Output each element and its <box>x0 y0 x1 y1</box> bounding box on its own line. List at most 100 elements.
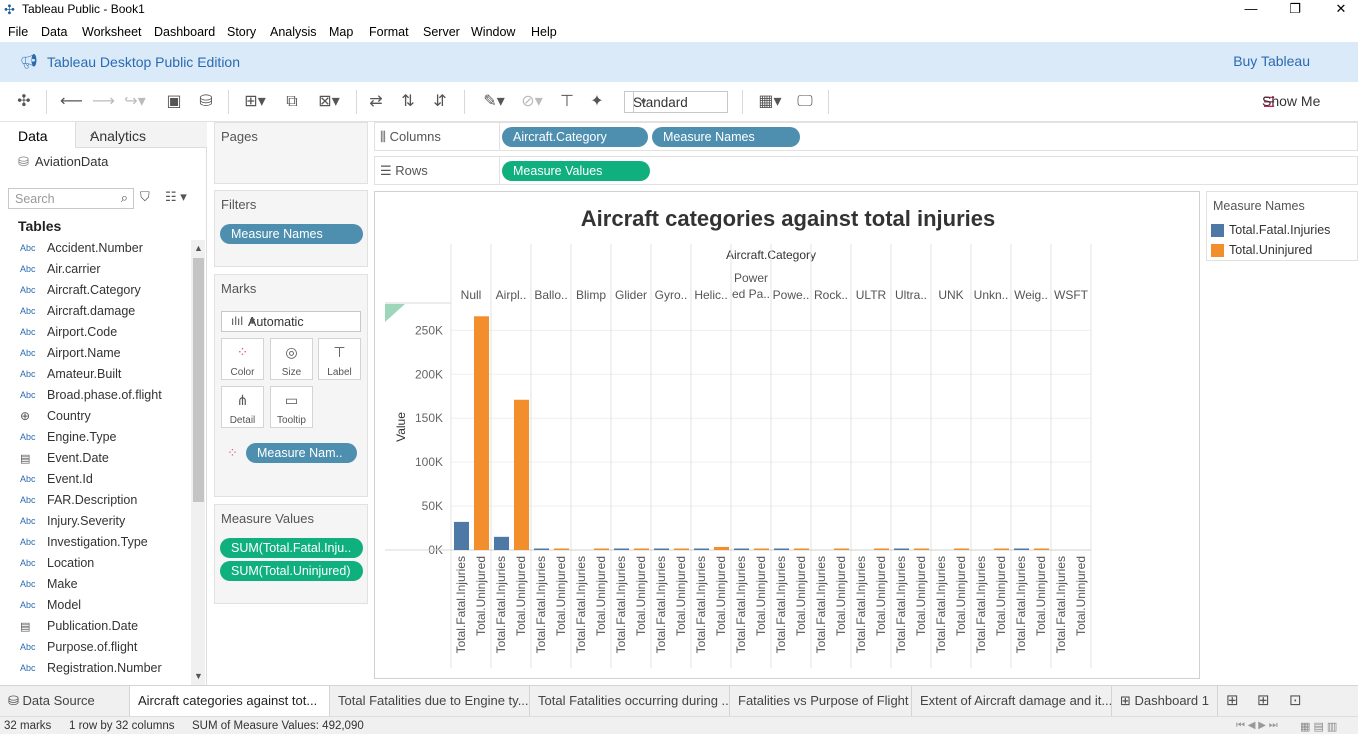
collapse-pane-icon[interactable]: ‹ <box>90 127 201 142</box>
tableau-home-icon[interactable]: ✣ <box>14 92 34 112</box>
detail-button[interactable]: ⋔ Detail <box>221 386 264 428</box>
new-dashboard-tab-icon[interactable]: ⊞ <box>1257 691 1270 709</box>
menu-map[interactable]: Map <box>329 25 353 39</box>
tab-engine-fatalities[interactable]: Total Fatalities due to Engine ty... <box>330 686 530 716</box>
field-item[interactable]: Abc Amateur.Built <box>20 365 190 386</box>
view-options-icon[interactable]: ☷ ▾ <box>165 189 187 205</box>
field-item[interactable]: Abc Investigation.Type <box>20 533 190 554</box>
menu-data[interactable]: Data <box>41 25 67 39</box>
new-worksheet-icon[interactable]: ⊞▾ <box>240 92 270 112</box>
field-item[interactable]: Abc Engine.Type <box>20 428 190 449</box>
scroll-up-icon[interactable]: ▲ <box>194 243 203 253</box>
group-members-icon[interactable]: ⊘▾ <box>516 92 548 112</box>
menu-server[interactable]: Server <box>423 25 460 39</box>
field-item[interactable]: ▤ Publication.Date <box>20 617 190 638</box>
field-item[interactable]: Abc Airport.Code <box>20 323 190 344</box>
legend-item-uninjured[interactable]: Total.Uninjured <box>1211 242 1357 260</box>
sheet-nav-icons[interactable]: ⏮ ◀ ▶ ⏭ <box>1236 720 1278 731</box>
color-button[interactable]: ⁘ Color <box>221 338 264 380</box>
replay-icon[interactable]: ↪▾ <box>120 92 150 112</box>
close-button[interactable]: ✕ <box>1318 0 1358 20</box>
field-item[interactable]: Abc Injury.Severity <box>20 512 190 533</box>
field-item[interactable]: Abc Aircraft.damage <box>20 302 190 323</box>
field-item[interactable]: Abc Aircraft.Category <box>20 281 190 302</box>
columns-shelf[interactable]: ⫼ Columns Aircraft.Category Measure Name… <box>374 122 1358 151</box>
tab-fatalities-during[interactable]: Total Fatalities occurring during ... <box>530 686 730 716</box>
show-me-button[interactable]: Show Me <box>1262 93 1320 109</box>
show-cards-icon[interactable]: ▦▾ <box>752 92 788 112</box>
sheet-view-icons[interactable]: ▦ ▤ ▥ <box>1300 720 1337 733</box>
tab-data[interactable]: Data <box>0 122 75 148</box>
menu-story[interactable]: Story <box>227 25 256 39</box>
duplicate-sheet-icon[interactable]: ⧉ <box>282 92 302 112</box>
columns-pill-category[interactable]: Aircraft.Category <box>502 127 648 147</box>
tab-data-source[interactable]: ⛁ Data Source <box>0 686 130 716</box>
field-item[interactable]: ▤ Event.Date <box>20 449 190 470</box>
pages-card[interactable]: Pages <box>214 122 368 184</box>
scroll-down-icon[interactable]: ▼ <box>194 671 203 681</box>
field-item[interactable]: Abc Broad.phase.of.flight <box>20 386 190 407</box>
scrollbar-thumb[interactable] <box>193 258 204 502</box>
redo-icon[interactable]: ⟶ <box>92 92 115 112</box>
rows-label-text: Rows <box>395 163 428 178</box>
rows-shelf[interactable]: ☰ Rows Measure Values <box>374 156 1358 185</box>
fix-axes-icon[interactable]: ✦ <box>586 92 608 112</box>
size-button[interactable]: ◎ Size <box>270 338 313 380</box>
save-icon[interactable]: ▣ <box>164 92 184 112</box>
tab-analytics[interactable]: Analytics ‹ <box>75 122 207 148</box>
field-item[interactable]: ⊕ Country <box>20 407 190 428</box>
field-item[interactable]: Abc Location <box>20 554 190 575</box>
tooltip-button[interactable]: ▭ Tooltip <box>270 386 313 428</box>
fit-dropdown[interactable]: Standard ▼ <box>624 91 728 113</box>
worksheet-view[interactable]: Aircraft categories against total injuri… <box>374 191 1200 679</box>
field-item[interactable]: Abc Purpose.of.flight <box>20 638 190 659</box>
measure-pill-uninjured[interactable]: SUM(Total.Uninjured) <box>220 561 363 581</box>
menu-help[interactable]: Help <box>531 25 557 39</box>
datasource-item[interactable]: ⛁ AviationData <box>18 154 108 170</box>
tab-dashboard-1[interactable]: ⊞ Dashboard 1 <box>1112 686 1218 716</box>
field-item[interactable]: Abc Registration.Number <box>20 659 190 680</box>
menu-worksheet[interactable]: Worksheet <box>82 25 142 39</box>
highlight-icon[interactable]: ✎▾ <box>478 92 510 112</box>
filters-card[interactable]: Filters Measure Names <box>214 190 368 267</box>
undo-icon[interactable]: ⟵ <box>60 92 83 112</box>
field-item[interactable]: Abc Air.carrier <box>20 260 190 281</box>
clear-sheet-icon[interactable]: ⊠▾ <box>312 92 346 112</box>
show-labels-icon[interactable]: ⊤ <box>556 92 578 112</box>
field-item[interactable]: Abc FAR.Description <box>20 491 190 512</box>
menu-dashboard[interactable]: Dashboard <box>154 25 215 39</box>
sort-ascending-icon[interactable]: ⇅ <box>398 92 418 112</box>
field-item[interactable]: Abc Event.Id <box>20 470 190 491</box>
legend-item-fatal[interactable]: Total.Fatal.Injuries <box>1211 222 1357 240</box>
menu-analysis[interactable]: Analysis <box>270 25 317 39</box>
field-item[interactable]: Abc Make <box>20 575 190 596</box>
menu-format[interactable]: Format <box>369 25 409 39</box>
field-item[interactable]: Abc Airport.Name <box>20 344 190 365</box>
swap-rows-columns-icon[interactable]: ⇄ <box>366 92 386 112</box>
search-input[interactable]: Search ⌕ <box>8 188 134 209</box>
status-dims: 1 row by 32 columns <box>69 720 175 732</box>
tab-purpose-of-flight[interactable]: Fatalities vs Purpose of Flight <box>730 686 912 716</box>
new-story-tab-icon[interactable]: ⊡ <box>1289 691 1302 709</box>
sort-descending-icon[interactable]: ⇵ <box>430 92 450 112</box>
menu-window[interactable]: Window <box>471 25 515 39</box>
field-item[interactable]: Abc Model <box>20 596 190 617</box>
measure-pill-fatal[interactable]: SUM(Total.Fatal.Inju.. <box>220 538 363 558</box>
rows-pill-measure-values[interactable]: Measure Values <box>502 161 650 181</box>
tab-aircraft-categories[interactable]: Aircraft categories against tot... <box>130 686 330 716</box>
columns-pill-measure-names[interactable]: Measure Names <box>652 127 800 147</box>
mark-type-dropdown[interactable]: ılıl Automatic ▼ <box>221 311 361 332</box>
minimize-button[interactable]: — <box>1228 0 1274 20</box>
tab-aircraft-damage[interactable]: Extent of Aircraft damage and it... <box>912 686 1112 716</box>
new-worksheet-tab-icon[interactable]: ⊞ <box>1226 691 1239 709</box>
filter-pill[interactable]: Measure Names <box>220 224 363 244</box>
filter-icon[interactable]: ⛉ <box>140 189 150 205</box>
restore-button[interactable]: ❐ <box>1272 0 1318 20</box>
new-datasource-icon[interactable]: ⛁ <box>196 92 216 112</box>
presentation-mode-icon[interactable]: 🖵︎ <box>794 92 816 112</box>
menu-file[interactable]: File <box>8 25 28 39</box>
field-item[interactable]: Abc Accident.Number <box>20 239 190 260</box>
label-button[interactable]: ⊤ Label <box>318 338 361 380</box>
marks-color-pill[interactable]: Measure Nam.. <box>246 443 357 463</box>
buy-tableau-link[interactable]: Buy Tableau <box>1233 53 1310 69</box>
